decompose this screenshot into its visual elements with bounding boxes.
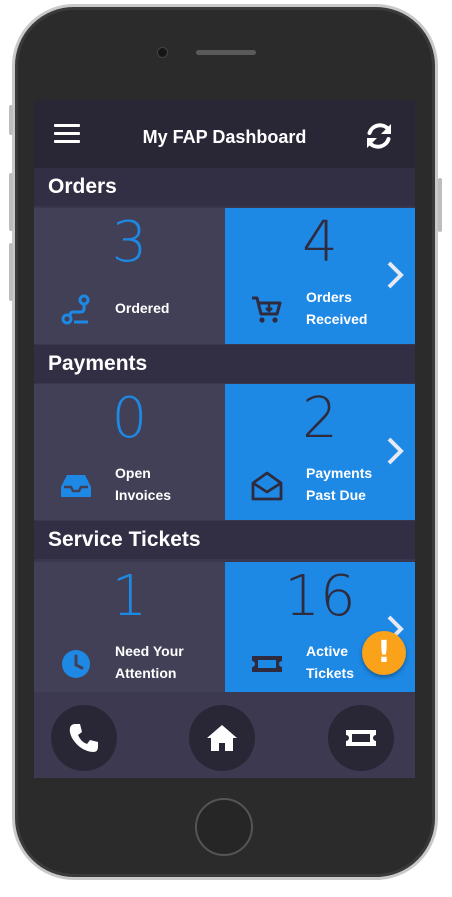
phone-button[interactable] (51, 705, 117, 771)
cart-icon (252, 296, 282, 323)
need-attention-label-line1: Need Your (115, 643, 184, 659)
home-icon (207, 725, 237, 751)
app-screen: My FAP Dashboard Orders 3 Ordered 4 Orde… (34, 100, 415, 778)
active-tickets-label-line2: Tickets (306, 665, 354, 681)
active-tickets-label-line1: Active (306, 643, 349, 659)
tickets-nav-button[interactable] (328, 705, 394, 771)
open-invoices-count: 0 (111, 386, 148, 451)
need-attention-count: 1 (111, 564, 148, 629)
orders-received-label-line2: Received (306, 311, 368, 327)
phone-icon (69, 724, 98, 752)
orders-received-label-line1: Orders (306, 289, 352, 305)
inbox-icon (61, 475, 91, 497)
payments-past-due-label-line1: Payments (306, 465, 373, 481)
open-invoices-label: Open Invoices (115, 462, 171, 506)
front-camera (157, 47, 168, 58)
section-header-payments: Payments (34, 345, 415, 383)
volume-down-button (9, 243, 13, 301)
ordered-label: Ordered (115, 297, 169, 319)
tile-orders-received[interactable]: 4 Orders Received (225, 208, 415, 344)
home-nav-button[interactable] (189, 705, 255, 771)
refresh-icon[interactable] (363, 120, 395, 152)
tile-need-attention[interactable]: 1 Need Your Attention (34, 562, 225, 698)
tile-payments-past-due[interactable]: 2 Payments Past Due (225, 384, 415, 520)
tile-ordered[interactable]: 3 Ordered (34, 208, 225, 344)
open-invoices-label-line1: Open (115, 465, 151, 481)
mute-switch (9, 105, 13, 135)
ordered-label-text: Ordered (115, 300, 170, 316)
section-header-orders: Orders (34, 168, 415, 206)
earpiece-speaker (196, 50, 256, 55)
power-button (438, 178, 442, 232)
envelope-open-icon (251, 471, 283, 501)
alert-fab-button[interactable]: ! (362, 631, 406, 675)
ticket-icon (252, 656, 282, 672)
page-title: My FAP Dashboard (142, 127, 307, 147)
route-icon (61, 294, 90, 325)
section-header-service-tickets: Service Tickets (34, 521, 415, 559)
orders-received-label: Orders Received (306, 286, 367, 330)
clock-icon (62, 650, 90, 678)
volume-up-button (9, 173, 13, 231)
ticket-icon (346, 730, 376, 746)
ordered-count: 3 (111, 210, 148, 275)
bottom-nav (34, 692, 415, 778)
top-bar: My FAP Dashboard (34, 100, 415, 168)
active-tickets-label: Active Tickets (306, 640, 354, 684)
payments-past-due-label: Payments Past Due (306, 462, 372, 506)
payments-past-due-label-line2: Past Due (306, 487, 366, 503)
chevron-right-icon[interactable] (385, 260, 405, 290)
need-attention-label-line2: Attention (115, 665, 177, 681)
chevron-right-icon[interactable] (385, 436, 405, 466)
need-attention-label: Need Your Attention (115, 640, 184, 684)
tile-open-invoices[interactable]: 0 Open Invoices (34, 384, 225, 520)
device-home-button[interactable] (195, 798, 253, 856)
open-invoices-label-line2: Invoices (115, 487, 172, 503)
